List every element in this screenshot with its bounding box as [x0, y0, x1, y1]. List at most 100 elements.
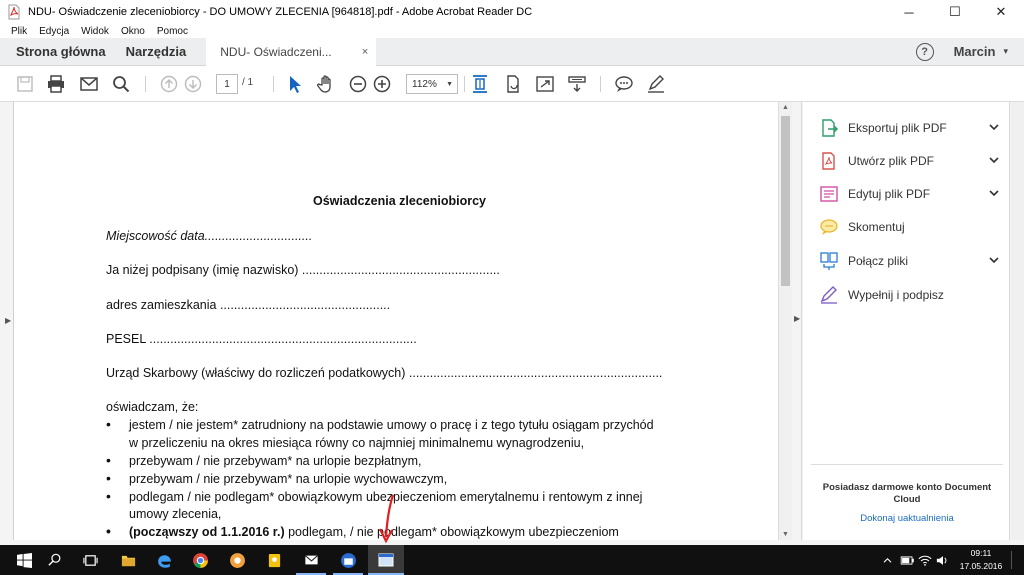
left-panel-toggle[interactable]: ▶	[0, 102, 14, 540]
doc-bullet-5-rest: podlegam, / nie podlegam* obowiązkowym u…	[284, 525, 619, 539]
acrobat-pdf-icon	[6, 4, 22, 20]
scroll-down-icon[interactable]: ▼	[782, 531, 789, 538]
print-icon[interactable]	[46, 74, 66, 94]
mail-app-icon[interactable]	[299, 549, 323, 571]
tray-chevron-up-icon[interactable]	[880, 549, 894, 571]
toolbar-divider	[273, 76, 274, 92]
battery-icon[interactable]	[899, 549, 915, 571]
tools-pane-toggle[interactable]: ▶	[792, 102, 802, 540]
tool-combine-files-label: Połącz pliki	[848, 254, 909, 268]
chevron-down-icon[interactable]	[989, 189, 999, 200]
search-icon[interactable]	[111, 74, 131, 94]
clock-date[interactable]: 17.05.2016	[953, 561, 1009, 571]
doc-bullet-3: przebywam / nie przebywam* na urlopie wy…	[129, 472, 448, 486]
sign-pen-icon[interactable]	[646, 74, 666, 94]
acrobat-window-icon[interactable]	[374, 549, 398, 571]
tool-fill-sign-label: Wypełnij i podpisz	[848, 288, 944, 302]
user-name[interactable]: Marcin	[954, 44, 996, 59]
doc-line-declare: oświadczam, że:	[106, 400, 199, 414]
minimize-button[interactable]: ─	[886, 0, 932, 24]
menu-edit[interactable]: Edycja	[39, 26, 69, 37]
tool-edit-pdf-label: Edytuj plik PDF	[848, 187, 931, 201]
export-pdf-icon	[819, 118, 839, 138]
clock-time[interactable]: 09:11	[953, 548, 1009, 558]
file-explorer-icon[interactable]	[116, 549, 140, 571]
search-icon[interactable]	[43, 549, 67, 571]
document-scrollbar[interactable]: ▲ ▼	[778, 102, 792, 540]
wifi-icon[interactable]	[917, 549, 933, 571]
tool-export-pdf-label: Eksportuj plik PDF	[848, 121, 947, 135]
combine-files-icon	[819, 251, 839, 271]
bullet: •	[106, 452, 111, 468]
comment-tool-icon[interactable]	[614, 74, 634, 94]
upgrade-link[interactable]: Dokonaj uaktualnienia	[811, 513, 1003, 524]
doc-bullet-5: (począwszy od 1.1.2016 r.) podlegam, / n…	[129, 525, 619, 539]
page-total: / 1	[242, 77, 254, 88]
chevron-down-icon[interactable]	[989, 256, 999, 267]
tab-document[interactable]: NDU- Oświadczeni... ×	[206, 37, 377, 66]
menu-help[interactable]: Pomoc	[157, 26, 188, 37]
doc-bullet-2: przebywam / nie przebywam* na urlopie be…	[129, 454, 422, 468]
tool-combine-files[interactable]: Połącz pliki	[819, 248, 999, 274]
zoom-level-value: 112%	[412, 78, 437, 90]
menu-view[interactable]: Widok	[81, 26, 109, 37]
task-view-icon[interactable]	[78, 549, 102, 571]
tool-comment[interactable]: Skomentuj	[819, 214, 999, 240]
full-screen-icon[interactable]	[535, 74, 555, 94]
maximize-button[interactable]: ☐	[932, 0, 978, 24]
bullet: •	[106, 488, 111, 504]
page-up-icon[interactable]	[159, 74, 179, 94]
window-title: NDU- Oświadczenie zleceniobiorcy - DO UM…	[28, 6, 533, 18]
chrome-icon[interactable]	[188, 549, 212, 571]
zoom-out-icon[interactable]	[348, 74, 368, 94]
document-cloud-promo: Posiadasz darmowe konto Document Cloud	[822, 482, 992, 505]
help-icon[interactable]: ?	[915, 42, 934, 61]
menu-file[interactable]: Plik	[11, 26, 27, 37]
thunderbird-icon[interactable]	[336, 549, 360, 571]
scrollbar-thumb[interactable]	[781, 116, 790, 286]
tool-export-pdf[interactable]: Eksportuj plik PDF	[819, 115, 999, 141]
show-desktop-button[interactable]	[1014, 545, 1024, 575]
zoom-level-select[interactable]: 112% ▼	[406, 74, 458, 94]
zoom-caret-icon: ▼	[446, 81, 453, 88]
select-cursor-icon[interactable]	[284, 74, 304, 94]
user-caret-icon[interactable]: ▾	[1003, 46, 1008, 57]
page-number-input[interactable]: 1	[216, 74, 238, 94]
expand-left-icon: ▶	[5, 316, 12, 325]
doc-line-pesel: PESEL ..................................…	[106, 332, 417, 346]
doc-line-name: Ja niżej podpisany (imię nazwisko) .....…	[106, 263, 500, 277]
page-down-icon[interactable]	[183, 74, 203, 94]
fit-page-icon[interactable]	[470, 74, 490, 94]
toolbar-divider	[145, 76, 146, 92]
edge-browser-icon[interactable]	[152, 549, 176, 571]
doc-line-tax-office: Urząd Skarbowy (właściwy do rozliczeń po…	[106, 366, 663, 380]
pdf-page[interactable]: Oświadczenia zleceniobiorcy Miejscowość …	[14, 102, 778, 540]
tools-pane-scrollbar[interactable]	[1011, 102, 1024, 540]
tab-document-label: NDU- Oświadczeni...	[220, 44, 332, 59]
tab-tools[interactable]: Narzędzia	[116, 44, 201, 59]
create-pdf-icon	[819, 151, 839, 171]
zoom-in-icon[interactable]	[372, 74, 392, 94]
mail-icon[interactable]	[79, 74, 99, 94]
tool-fill-sign[interactable]: Wypełnij i podpisz	[819, 282, 999, 308]
scroll-up-icon[interactable]: ▲	[782, 104, 789, 111]
read-mode-icon[interactable]	[567, 74, 587, 94]
chevron-down-icon[interactable]	[989, 156, 999, 167]
bullet: •	[106, 416, 111, 432]
rotate-page-icon[interactable]	[503, 74, 523, 94]
hand-tool-icon[interactable]	[316, 74, 336, 94]
save-icon[interactable]	[15, 74, 35, 94]
tool-edit-pdf[interactable]: Edytuj plik PDF	[819, 181, 999, 207]
tool-create-pdf-label: Utwórz plik PDF	[848, 154, 935, 168]
volume-icon[interactable]	[935, 549, 951, 571]
edit-pdf-icon	[819, 184, 839, 204]
chevron-down-icon[interactable]	[989, 123, 999, 134]
tab-close-icon[interactable]: ×	[362, 46, 368, 58]
menu-window[interactable]: Okno	[121, 26, 145, 37]
tool-create-pdf[interactable]: Utwórz plik PDF	[819, 148, 999, 174]
tab-home[interactable]: Strona główna	[0, 44, 116, 59]
keep-notes-icon[interactable]	[262, 549, 286, 571]
close-button[interactable]: ✕	[978, 0, 1024, 24]
app-orange-icon[interactable]	[225, 549, 249, 571]
windows-start-icon[interactable]	[12, 549, 36, 571]
